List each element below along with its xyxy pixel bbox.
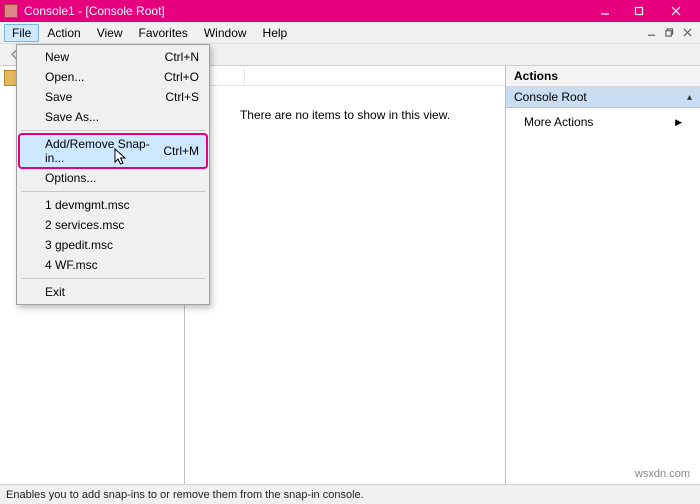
file-recent-4-label: 4 WF.msc (45, 258, 98, 272)
file-menu-dropdown: New Ctrl+N Open... Ctrl+O Save Ctrl+S Sa… (16, 44, 210, 305)
empty-list-message: There are no items to show in this view. (185, 86, 505, 484)
actions-console-root[interactable]: Console Root ▴ (506, 87, 700, 108)
list-pane: me There are no items to show in this vi… (185, 66, 505, 484)
file-save-label: Save (45, 90, 72, 104)
menu-separator (21, 278, 205, 279)
file-recent-2[interactable]: 2 services.msc (19, 215, 207, 235)
minimize-button[interactable] (588, 0, 622, 22)
file-save-shortcut: Ctrl+S (165, 90, 199, 104)
file-recent-4[interactable]: 4 WF.msc (19, 255, 207, 275)
file-recent-3[interactable]: 3 gpedit.msc (19, 235, 207, 255)
file-options[interactable]: Options... (19, 168, 207, 188)
chevron-right-icon: ▶ (675, 117, 682, 128)
menu-action[interactable]: Action (39, 24, 88, 42)
collapse-icon: ▴ (687, 92, 692, 103)
menu-view[interactable]: View (89, 24, 131, 42)
menu-favorites[interactable]: Favorites (131, 24, 196, 42)
list-header[interactable]: me (185, 66, 505, 86)
mdi-close-button[interactable] (678, 25, 696, 41)
mdi-minimize-button[interactable] (642, 25, 660, 41)
menu-file[interactable]: File (4, 24, 39, 42)
status-text: Enables you to add snap-ins to or remove… (6, 489, 364, 501)
menu-bar: File Action View Favorites Window Help (0, 22, 700, 44)
more-actions-label: More Actions (524, 115, 593, 129)
menu-separator (21, 130, 205, 131)
app-icon (4, 4, 18, 18)
file-options-label: Options... (45, 171, 96, 185)
file-recent-1[interactable]: 1 devmgmt.msc (19, 195, 207, 215)
file-exit-label: Exit (45, 285, 65, 299)
window-title: Console1 - [Console Root] (24, 4, 165, 18)
file-save-as[interactable]: Save As... (19, 107, 207, 127)
status-bar: Enables you to add snap-ins to or remove… (0, 484, 700, 504)
actions-header: Actions (506, 66, 700, 87)
close-button[interactable] (656, 0, 696, 22)
menu-separator (21, 191, 205, 192)
file-open-shortcut: Ctrl+O (164, 70, 199, 84)
more-actions[interactable]: More Actions ▶ (506, 112, 700, 132)
file-recent-3-label: 3 gpedit.msc (45, 238, 113, 252)
file-new-shortcut: Ctrl+N (165, 50, 199, 64)
title-bar: Console1 - [Console Root] (0, 0, 700, 22)
file-exit[interactable]: Exit (19, 282, 207, 302)
file-recent-1-label: 1 devmgmt.msc (45, 198, 130, 212)
menu-window[interactable]: Window (196, 24, 255, 42)
file-open[interactable]: Open... Ctrl+O (19, 67, 207, 87)
mdi-restore-button[interactable] (660, 25, 678, 41)
file-add-remove-label: Add/Remove Snap-in... (45, 137, 163, 165)
file-save[interactable]: Save Ctrl+S (19, 87, 207, 107)
maximize-button[interactable] (622, 0, 656, 22)
actions-root-label: Console Root (514, 90, 587, 104)
file-save-as-label: Save As... (45, 110, 99, 124)
actions-pane: Actions Console Root ▴ More Actions ▶ (505, 66, 700, 484)
file-recent-2-label: 2 services.msc (45, 218, 124, 232)
file-new[interactable]: New Ctrl+N (19, 47, 207, 67)
file-open-label: Open... (45, 70, 84, 84)
file-add-remove-snapin[interactable]: Add/Remove Snap-in... Ctrl+M (19, 134, 207, 168)
file-new-label: New (45, 50, 69, 64)
watermark: wsxdn.com (635, 468, 690, 480)
file-add-remove-shortcut: Ctrl+M (163, 144, 199, 158)
menu-help[interactable]: Help (255, 24, 296, 42)
